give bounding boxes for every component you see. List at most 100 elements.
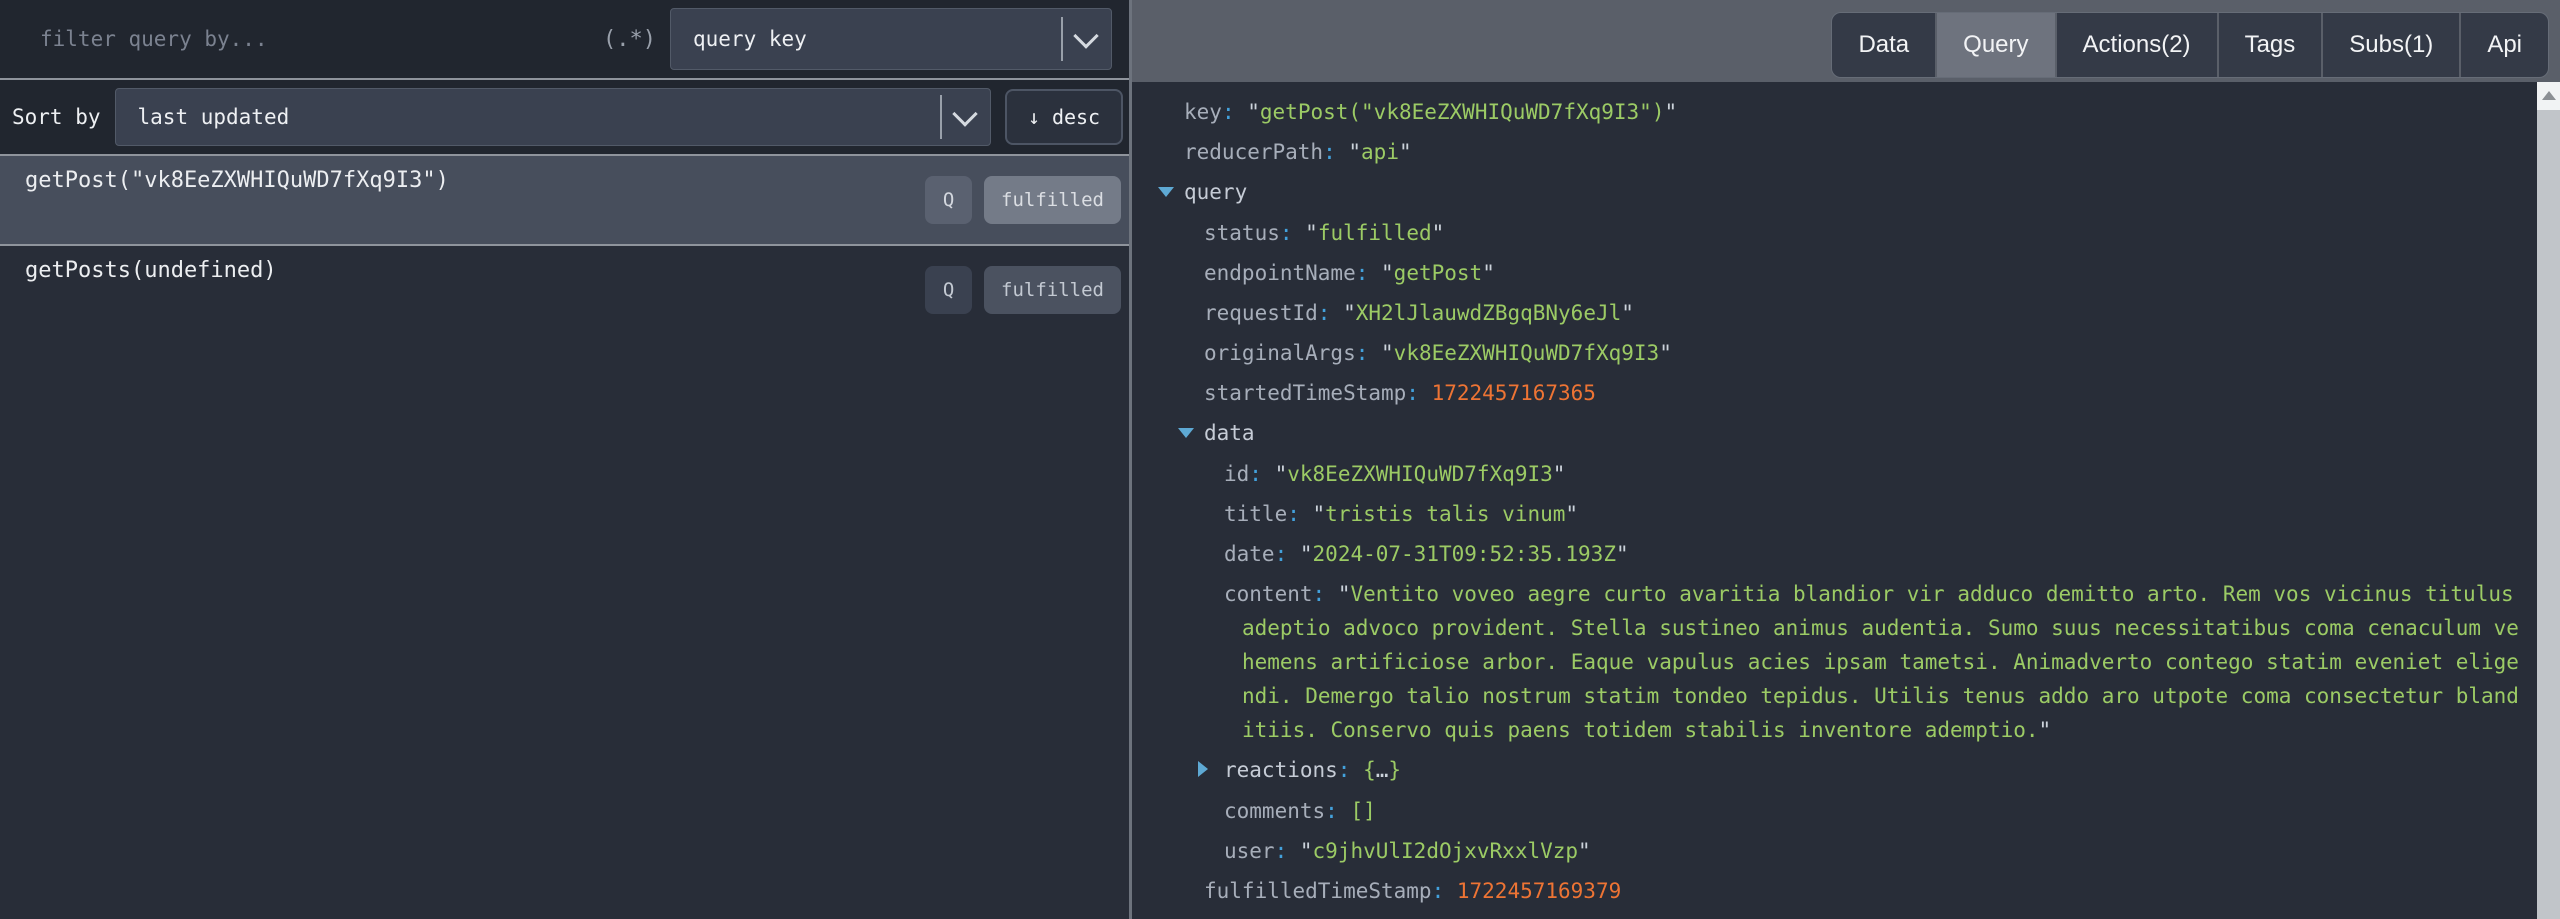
tree-row: user: "c9jhvUlI2dOjxvRxxlVzp" [1132,831,2524,871]
quote-mark: " [1621,301,1634,325]
query-list-item[interactable]: getPosts(undefined) Qfulfilled [0,246,1129,334]
tree-key: id [1224,462,1249,486]
tree-key: comments [1224,799,1325,823]
quote-mark: " [2039,718,2052,742]
quote-mark: " [1275,462,1288,486]
tree-key: originalArgs [1204,341,1356,365]
quote-mark: " [1300,542,1313,566]
quote-mark: " [1664,100,1677,124]
colon: : [1432,879,1457,903]
tree-key[interactable]: reactions [1224,758,1338,782]
query-label: getPosts(undefined) [25,258,277,283]
string-value: XH2lJlauwdZBgqBNy6eJl [1356,301,1622,325]
tree-key: user [1224,839,1275,863]
collapse-arrow-icon[interactable] [1158,176,1184,210]
quote-mark: " [1578,839,1591,863]
tree-value: "XH2lJlauwdZBgqBNy6eJl" [1343,301,1634,325]
tree-key[interactable]: data [1204,421,1255,445]
tree-key: requestId [1204,301,1318,325]
scroll-up-button[interactable] [2537,82,2560,109]
tree-value: "c9jhvUlI2dOjxvRxxlVzp" [1300,839,1591,863]
colon: : [1323,140,1348,164]
left-panel: (.*) query key Sort by last updated ↓ de… [0,0,1129,919]
select-divider [940,95,942,139]
tree-key: key [1184,100,1222,124]
tree-value: "tristis talis vinum" [1313,502,1579,526]
tree-value: 1722457167365 [1432,381,1596,405]
quote-mark: " [1348,140,1361,164]
tab-subs1[interactable]: Subs(1) [2321,13,2459,77]
tree-row[interactable]: reactions: {…} [1132,750,2524,791]
quote-mark: " [1305,221,1318,245]
query-type-badge: Q [925,266,972,314]
tree-value: {…} [1363,758,1401,782]
tree-key: startedTimeStamp [1204,381,1406,405]
scrollbar[interactable] [2537,82,2560,919]
sort-order-button[interactable]: ↓ desc [1005,89,1123,145]
tree-value: [] [1350,799,1375,823]
tab-tags[interactable]: Tags [2217,13,2322,77]
tab-api[interactable]: Api [2459,13,2548,77]
tree-value: "fulfilled" [1305,221,1444,245]
tree-row[interactable]: data [1132,413,2524,454]
tree-row: title: "tristis talis vinum" [1132,494,2524,534]
colon: : [1275,542,1300,566]
quote-mark: " [1247,100,1260,124]
query-status-badge: fulfilled [984,176,1121,224]
tree-row: endpointName: "getPost" [1132,253,2524,293]
tab-query[interactable]: Query [1935,13,2054,77]
colon: : [1222,100,1247,124]
tab-data[interactable]: Data [1832,13,1935,77]
tab-actions2[interactable]: Actions(2) [2055,13,2217,77]
query-list-item[interactable]: getPost("vk8EeZXWHIQuWD7fXq9I3")Qfulfill… [0,156,1129,246]
tree-key: endpointName [1204,261,1356,285]
tree-value: "getPost" [1381,261,1495,285]
tab-group: DataQueryActions(2)TagsSubs(1)Api [1831,12,2549,78]
colon: : [1313,582,1338,606]
select-divider [1061,17,1063,61]
quote-mark: " [1338,582,1351,606]
json-tree: key: "getPost("vk8EeZXWHIQuWD7fXq9I3")" r… [1132,82,2560,919]
colon: : [1338,758,1363,782]
tree-row: reducerPath: "api" [1132,132,2524,172]
tree-row: date: "2024-07-31T09:52:35.193Z" [1132,534,2524,574]
sort-by-label: Sort by [0,105,115,129]
tree-row: comments: [] [1132,791,2524,831]
query-list: getPost("vk8EeZXWHIQuWD7fXq9I3")Qfulfill… [0,156,1129,919]
chevron-down-icon [952,101,977,126]
colon: : [1318,301,1343,325]
query-key-select-value: query key [671,27,1061,51]
tree-key: content [1224,582,1313,606]
tree-row: id: "vk8EeZXWHIQuWD7fXq9I3" [1132,454,2524,494]
collapse-arrow-icon[interactable] [1178,417,1204,451]
quote-mark: " [1432,221,1445,245]
sort-select-value: last updated [116,105,940,129]
query-key-select[interactable]: query key [670,8,1112,70]
quote-mark: " [1659,341,1672,365]
tree-row[interactable]: query [1132,172,2524,213]
tree-value: 1722457169379 [1457,879,1621,903]
tree-key: fulfilledTimeStamp [1204,879,1432,903]
expand-arrow-icon[interactable] [1198,754,1224,788]
arrow-down-icon: ↓ [1028,105,1040,129]
string-value: api [1361,140,1399,164]
query-badges: Qfulfilled [925,246,1121,334]
quote-mark: " [1553,462,1566,486]
colon: : [1356,261,1381,285]
tree-value: "getPost("vk8EeZXWHIQuWD7fXq9I3")" [1247,100,1677,124]
filter-query-input[interactable] [0,0,599,78]
rtk-query-devtools: (.*) query key Sort by last updated ↓ de… [0,0,2560,919]
quote-mark: " [1343,301,1356,325]
tree-key: reducerPath [1184,140,1323,164]
tree-row: originalArgs: "vk8EeZXWHIQuWD7fXq9I3" [1132,333,2524,373]
colon: : [1287,502,1312,526]
tree-row: content: "Ventito voveo aegre curto avar… [1132,574,2524,750]
scrollbar-thumb[interactable] [2537,110,2560,919]
tree-key[interactable]: query [1184,180,1247,204]
regex-toggle[interactable]: (.*) [603,27,656,52]
scroll-up-icon [2542,91,2556,100]
sort-select[interactable]: last updated [115,88,991,146]
tree-key: date [1224,542,1275,566]
right-panel: DataQueryActions(2)TagsSubs(1)Api key: "… [1132,0,2560,919]
tree-row: startedTimeStamp: 1722457167365 [1132,373,2524,413]
